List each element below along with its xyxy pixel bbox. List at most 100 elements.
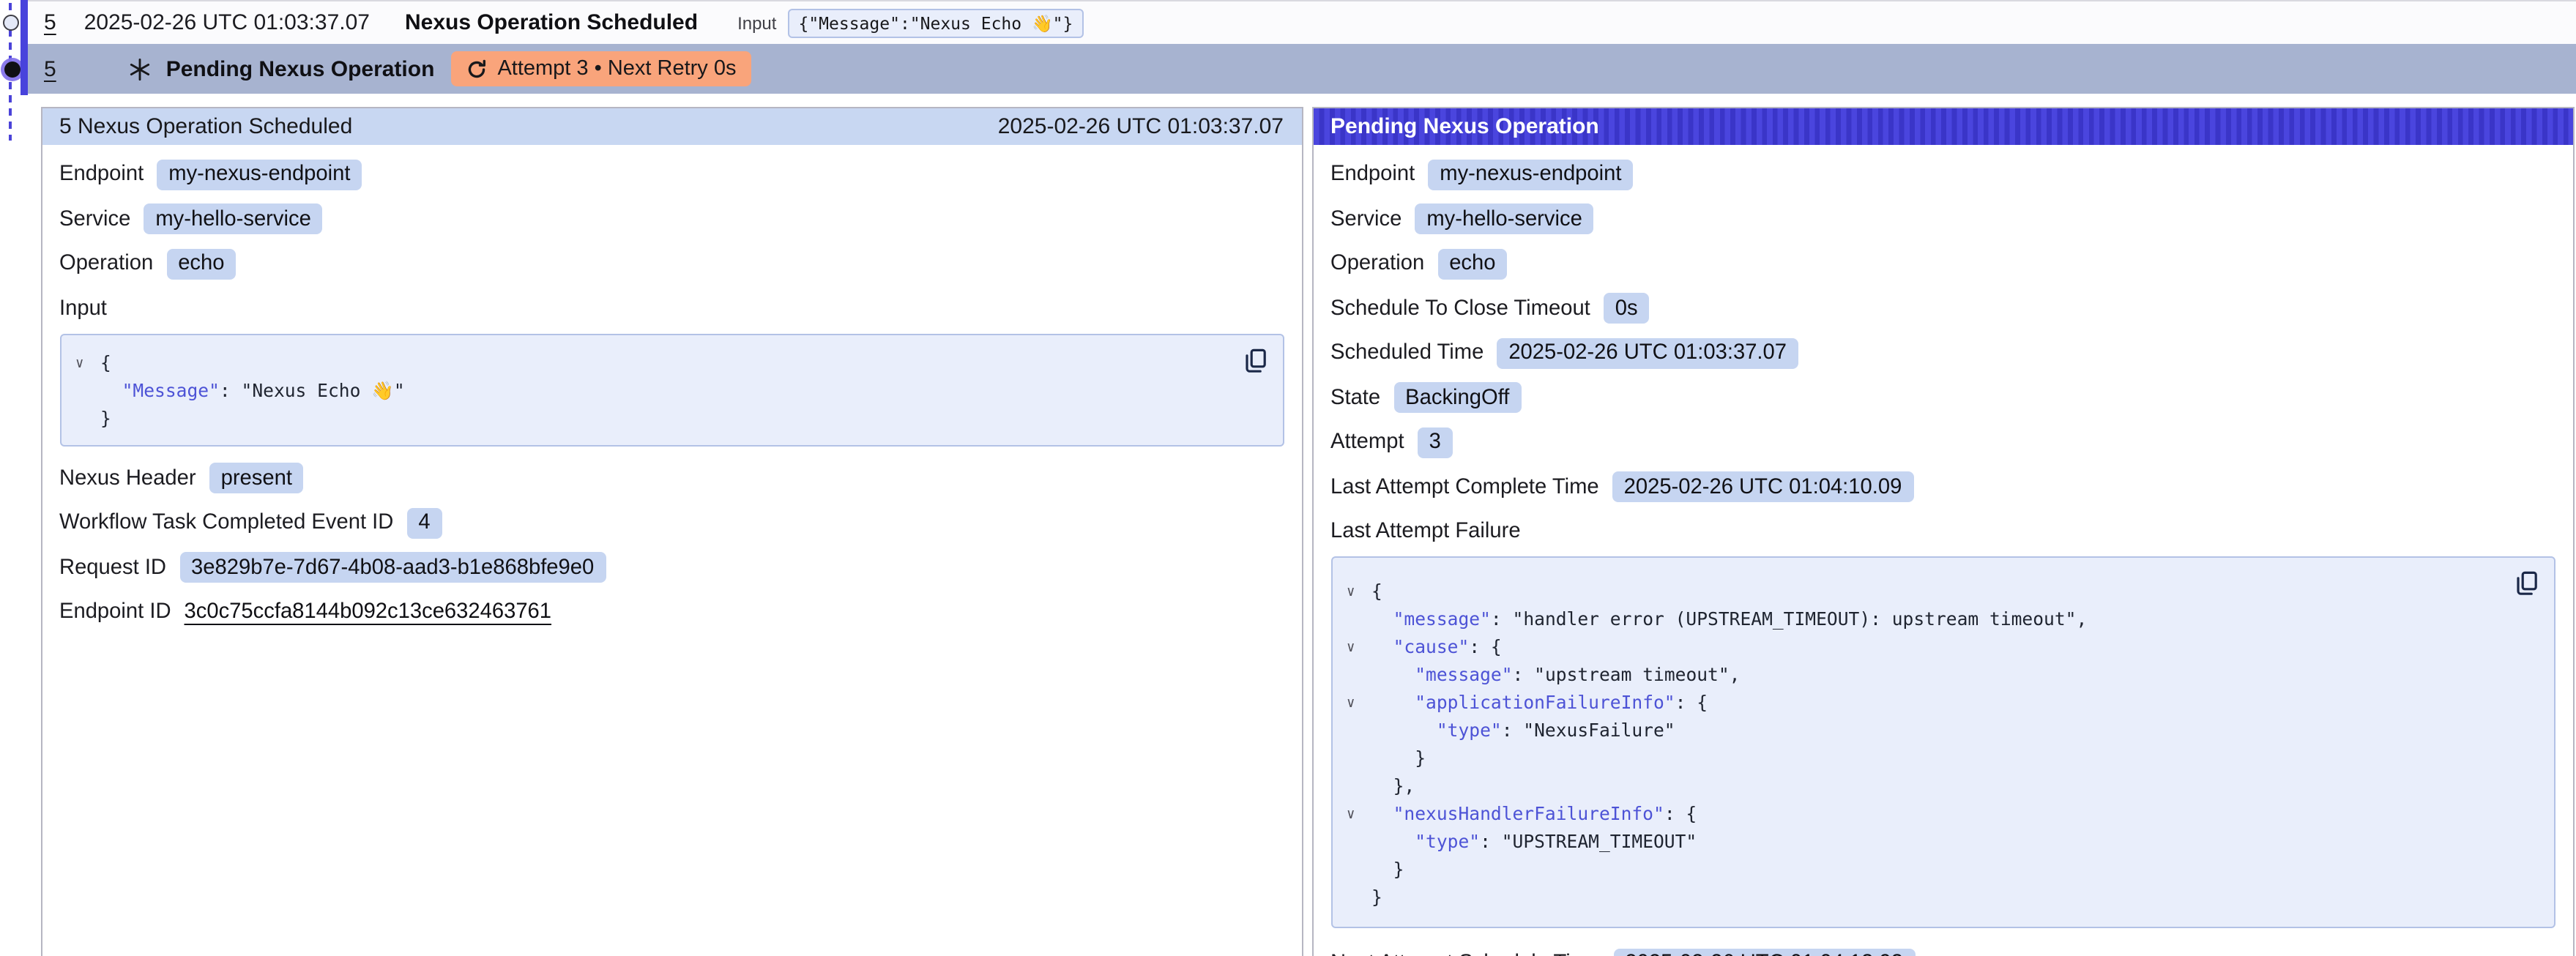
collapse-chevron-icon: [1344, 717, 1371, 745]
collapse-chevron-icon: [72, 377, 100, 405]
event-input-label: Input: [737, 12, 776, 33]
json-line: }: [1344, 856, 2495, 884]
pending-title: Pending Nexus Operation: [166, 56, 435, 81]
pending-operation-row[interactable]: 5 Pending Nexus Operation Attempt 3 • Ne…: [28, 44, 2576, 94]
collapse-chevron-icon: [1344, 745, 1371, 773]
field-label: State: [1330, 386, 1380, 409]
field-label: Workflow Task Completed Event ID: [59, 511, 393, 534]
field-value-badge: 4: [406, 507, 442, 538]
collapse-chevron-icon: [72, 405, 100, 433]
collapse-chevron-icon: [1344, 606, 1371, 634]
field-row: Endpoint my-nexus-endpoint: [1330, 158, 2555, 190]
event-row-scheduled[interactable]: 5 2025-02-26 UTC 01:03:37.07 Nexus Opera…: [28, 0, 2576, 44]
collapse-chevron-icon[interactable]: ∨: [1344, 634, 1371, 662]
json-line: "type": "NexusFailure": [1344, 717, 2495, 745]
collapse-chevron-icon: [1344, 884, 1371, 912]
field-value-badge: 3: [1418, 427, 1453, 458]
copy-icon[interactable]: [2515, 571, 2537, 596]
field-value-badge: 2025-02-26 UTC 01:03:37.07: [1497, 337, 1798, 368]
event-detail-header[interactable]: 5 Nexus Operation Scheduled 2025-02-26 U…: [42, 108, 1301, 145]
json-line: "message": "upstream timeout",: [1344, 662, 2495, 690]
field-row: Scheduled Time 2025-02-26 UTC 01:03:37.07: [1330, 337, 2555, 369]
event-title: Nexus Operation Scheduled: [405, 10, 698, 35]
field-row: Endpoint my-nexus-endpoint: [59, 158, 1284, 190]
field-label: Scheduled Time: [1330, 341, 1484, 365]
field-value-badge: my-nexus-endpoint: [1428, 159, 1633, 190]
field-value-badge: present: [209, 463, 304, 493]
json-line: ∨ "applicationFailureInfo": {: [1344, 690, 2495, 717]
field-value-badge: 2025-02-26 UTC 01:04:13.93: [1613, 948, 1915, 956]
field-value-badge: 3e829b7e-7d67-4b08-aad3-b1e868bfe9e0: [179, 552, 606, 583]
attempt-retry-text: Attempt 3 • Next Retry 0s: [497, 57, 736, 81]
timeline-gutter: [0, 0, 28, 956]
field-row: State BackingOff: [1330, 381, 2555, 414]
event-input-chip: {"Message":"Nexus Echo 👋"}: [788, 8, 1083, 37]
pending-operation-card: Pending Nexus Operation Endpoint my-nexus…: [1311, 106, 2574, 956]
field-row: Last Attempt Complete Time2025-02-26 UTC…: [1330, 471, 2555, 503]
field-value-badge: 0s: [1604, 293, 1650, 324]
workflow-event-history-view: 5 2025-02-26 UTC 01:03:37.07 Nexus Opera…: [0, 0, 2576, 956]
json-line: }: [1344, 884, 2495, 912]
field-row: Operationecho: [1330, 247, 2555, 280]
field-row: Operation echo: [59, 247, 1284, 280]
collapse-chevron-icon[interactable]: ∨: [1344, 801, 1371, 829]
timeline-marker-open-icon: [3, 15, 19, 31]
collapse-chevron-icon: [1344, 856, 1371, 884]
timeline-marker-selected-icon: [4, 61, 20, 78]
collapse-chevron-icon: [1344, 773, 1371, 801]
field-row: Schedule To Close Timeout 0s: [1330, 292, 2555, 324]
json-line: },: [1344, 773, 2495, 801]
json-line: }: [1344, 745, 2495, 773]
event-detail-header-timestamp: 2025-02-26 UTC 01:03:37.07: [998, 114, 1284, 139]
pending-event-id-link[interactable]: 5: [44, 56, 56, 81]
field-row: Attempt 3: [1330, 426, 2555, 458]
field-value-badge: echo: [166, 248, 236, 279]
collapse-chevron-icon[interactable]: ∨: [1344, 578, 1371, 606]
collapse-chevron-icon: [1344, 662, 1371, 690]
pending-operation-header: Pending Nexus Operation: [1313, 108, 2572, 145]
json-line: "message": "handler error (UPSTREAM_TIME…: [1344, 606, 2495, 634]
field-label: Schedule To Close Timeout: [1330, 296, 1590, 320]
retry-icon: [465, 58, 487, 80]
field-value-badge: my-hello-service: [144, 203, 322, 234]
input-json-block: ∨{ "Message": "Nexus Echo 👋" }: [59, 333, 1284, 446]
event-detail-card: 5 Nexus Operation Scheduled 2025-02-26 U…: [40, 106, 1303, 956]
pending-asterisk-icon: [128, 56, 153, 81]
collapse-chevron-icon: [1344, 829, 1371, 856]
collapse-chevron-icon[interactable]: ∨: [72, 349, 100, 377]
json-line: ∨{: [1344, 578, 2495, 606]
field-value-badge: my-nexus-endpoint: [157, 159, 362, 190]
field-row: Endpoint ID 3c0c75ccfa8144b092c13ce632463…: [59, 596, 1284, 628]
event-id-link[interactable]: 5: [44, 10, 56, 35]
collapse-chevron-icon[interactable]: ∨: [1344, 690, 1371, 717]
selected-event-accent-bar: [21, 0, 28, 94]
json-line: "type": "UPSTREAM_TIMEOUT": [1344, 829, 2495, 856]
event-detail-header-title: 5 Nexus Operation Scheduled: [59, 114, 352, 139]
json-line: "Message": "Nexus Echo 👋": [72, 377, 1224, 405]
failure-section-label: Last Attempt Failure: [1330, 515, 2555, 548]
field-label: Service: [1330, 207, 1401, 231]
field-label: Operation: [1330, 252, 1424, 275]
json-line: ∨ "nexusHandlerFailureInfo": {: [1344, 801, 2495, 829]
field-label: Next Attempt Schedule Time: [1330, 952, 1600, 956]
field-label: Endpoint ID: [59, 600, 171, 624]
field-value-badge: my-hello-service: [1415, 203, 1593, 234]
failure-json-block: ∨{ "message": "handler error (UPSTREAM_T…: [1330, 556, 2555, 928]
input-section-label: Input: [59, 292, 1284, 324]
event-timestamp: 2025-02-26 UTC 01:03:37.07: [84, 10, 370, 35]
field-label: Operation: [59, 252, 153, 275]
pending-operation-header-title: Pending Nexus Operation: [1330, 114, 1599, 139]
field-label: Request ID: [59, 556, 166, 579]
field-row: Next Attempt Schedule Time 2025-02-26 UTC…: [1330, 947, 2555, 956]
json-line: ∨ "cause": {: [1344, 634, 2495, 662]
field-label: Endpoint: [59, 163, 144, 186]
copy-icon[interactable]: [1244, 348, 1266, 373]
field-value-badge: BackingOff: [1393, 382, 1521, 413]
endpoint-id-link[interactable]: 3c0c75ccfa8144b092c13ce632463761: [185, 600, 552, 624]
field-label: Nexus Header: [59, 466, 196, 490]
field-label: Endpoint: [1330, 163, 1415, 186]
field-value-badge: 2025-02-26 UTC 01:04:10.09: [1612, 471, 1914, 502]
json-line: }: [72, 405, 1224, 433]
json-line: ∨{: [72, 349, 1224, 377]
field-label: Attempt: [1330, 430, 1404, 454]
